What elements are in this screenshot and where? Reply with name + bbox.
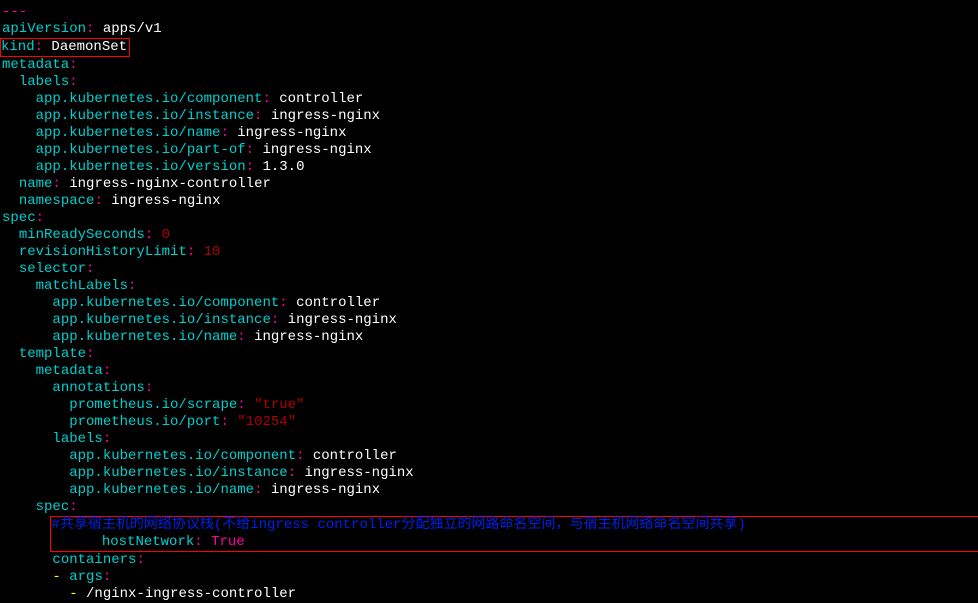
colon: : xyxy=(69,74,77,90)
colon: : xyxy=(237,329,245,345)
colon: : xyxy=(194,534,202,550)
colon: : xyxy=(86,21,94,37)
value-ingress-nginx: ingress-nginx xyxy=(288,312,397,328)
colon: : xyxy=(35,39,43,55)
colon: : xyxy=(254,108,262,124)
colon: : xyxy=(220,414,228,430)
key-apiversion: apiVersion xyxy=(2,21,86,37)
colon: : xyxy=(94,193,102,209)
key-version: app.kubernetes.io/version xyxy=(36,159,246,175)
colon: : xyxy=(86,261,94,277)
key-component: app.kubernetes.io/component xyxy=(36,91,263,107)
key-spec: spec xyxy=(2,210,36,226)
colon: : xyxy=(296,448,304,464)
colon: : xyxy=(136,552,144,568)
colon: : xyxy=(52,176,60,192)
value-zero: 0 xyxy=(162,227,170,243)
colon: : xyxy=(279,295,287,311)
key-component: app.kubernetes.io/component xyxy=(69,448,296,464)
key-component: app.kubernetes.io/component xyxy=(52,295,279,311)
key-name: name xyxy=(19,176,53,192)
colon: : xyxy=(86,346,94,362)
colon: : xyxy=(271,312,279,328)
key-annotations: annotations xyxy=(52,380,144,396)
value-controller: controller xyxy=(313,448,397,464)
key-instance: app.kubernetes.io/instance xyxy=(52,312,270,328)
key-instance: app.kubernetes.io/instance xyxy=(36,108,254,124)
key-template: template xyxy=(19,346,86,362)
value-apiversion: apps/v1 xyxy=(103,21,162,37)
key-spec: spec xyxy=(36,499,70,515)
value-true: True xyxy=(211,534,245,550)
colon: : xyxy=(145,227,153,243)
colon: : xyxy=(128,278,136,294)
value-nginx-controller: /nginx-ingress-controller xyxy=(86,586,296,602)
key-labels: labels xyxy=(52,431,102,447)
value-ten: 10 xyxy=(204,244,221,260)
key-revisionhistorylimit: revisionHistoryLimit xyxy=(19,244,187,260)
value-version: 1.3.0 xyxy=(262,159,304,175)
value-ingress-nginx: ingress-nginx xyxy=(262,142,371,158)
colon: : xyxy=(187,244,195,260)
key-hostnetwork: hostNetwork xyxy=(102,534,194,550)
key-kind: kind xyxy=(1,39,35,55)
dash-icon: - xyxy=(69,586,77,602)
key-args: args xyxy=(69,569,103,585)
key-selector: selector xyxy=(19,261,86,277)
key-metadata: metadata xyxy=(36,363,103,379)
key-ioname: app.kubernetes.io/name xyxy=(52,329,237,345)
colon: : xyxy=(103,431,111,447)
colon: : xyxy=(246,159,254,175)
key-metadata: metadata xyxy=(2,57,69,73)
yaml-document-start: --- xyxy=(2,4,27,20)
colon: : xyxy=(36,210,44,226)
value-controller: controller xyxy=(279,91,363,107)
colon: : xyxy=(145,380,153,396)
key-containers: containers xyxy=(52,552,136,568)
colon: : xyxy=(254,482,262,498)
value-ingress-nginx: ingress-nginx xyxy=(254,329,363,345)
colon: : xyxy=(237,397,245,413)
highlight-kind-line: kind: DaemonSet xyxy=(0,38,130,57)
value-ingress-nginx: ingress-nginx xyxy=(271,482,380,498)
key-partof: app.kubernetes.io/part-of xyxy=(36,142,246,158)
key-minreadyseconds: minReadySeconds xyxy=(19,227,145,243)
key-instance: app.kubernetes.io/instance xyxy=(69,465,287,481)
colon: : xyxy=(220,125,228,141)
key-scrape: prometheus.io/scrape xyxy=(69,397,237,413)
value-ingress-nginx: ingress-nginx xyxy=(304,465,413,481)
colon: : xyxy=(69,499,77,515)
value-name: ingress-nginx-controller xyxy=(69,176,271,192)
key-matchlabels: matchLabels xyxy=(36,278,128,294)
key-labels: labels xyxy=(19,74,69,90)
colon: : xyxy=(103,569,111,585)
value-controller: controller xyxy=(296,295,380,311)
colon: : xyxy=(246,142,254,158)
value-ingress-nginx: ingress-nginx xyxy=(271,108,380,124)
key-ioname: app.kubernetes.io/name xyxy=(69,482,254,498)
value-scrape: "true" xyxy=(254,397,304,413)
key-ioname: app.kubernetes.io/name xyxy=(36,125,221,141)
colon: : xyxy=(262,91,270,107)
value-kind: DaemonSet xyxy=(51,39,127,55)
dash-icon: - xyxy=(52,569,60,585)
value-ingress-nginx: ingress-nginx xyxy=(237,125,346,141)
colon: : xyxy=(103,363,111,379)
colon: : xyxy=(69,57,77,73)
highlight-hostnetwork-block: #共享宿主机的网络协议栈(不给ingress controller分配独立的网路… xyxy=(50,516,978,552)
key-port: prometheus.io/port xyxy=(69,414,220,430)
comment-hostnetwork: #共享宿主机的网络协议栈(不给ingress controller分配独立的网路… xyxy=(51,517,745,533)
colon: : xyxy=(288,465,296,481)
value-namespace: ingress-nginx xyxy=(111,193,220,209)
value-port: "10254" xyxy=(237,414,296,430)
key-namespace: namespace xyxy=(19,193,95,209)
